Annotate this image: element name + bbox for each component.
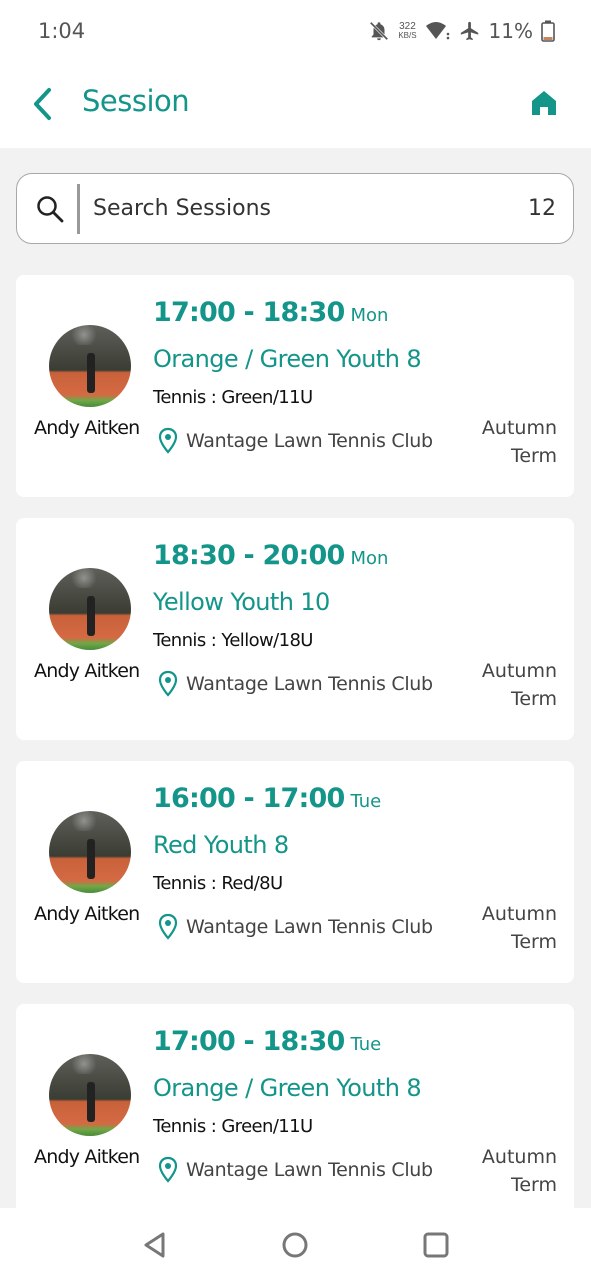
- session-time: 16:00 - 17:00: [153, 783, 345, 814]
- coach-avatar: [49, 325, 131, 407]
- net-speed-value: 322: [399, 21, 416, 32]
- session-day: Tue: [350, 1034, 382, 1055]
- session-day: Mon: [350, 305, 389, 326]
- location-pin-icon: [158, 913, 178, 940]
- term-line-1: Autumn: [481, 660, 557, 682]
- venue-row: Wantage Lawn Tennis Club: [158, 670, 433, 697]
- session-time-row: 17:00 - 18:30 Mon: [153, 297, 388, 328]
- session-name: Orange / Green Youth 8: [153, 1074, 422, 1102]
- session-term: Autumn Term: [467, 414, 557, 470]
- term-line-2: Term: [510, 688, 557, 710]
- home-icon: [532, 91, 556, 115]
- net-speed-unit: KB/S: [398, 31, 417, 40]
- battery-icon: [541, 20, 555, 42]
- session-term: Autumn Term: [467, 657, 557, 713]
- search-icon: [37, 195, 64, 222]
- page-title: Session: [82, 84, 190, 118]
- location-pin-icon: [158, 427, 178, 454]
- battery-percentage: 11%: [488, 19, 533, 43]
- coach-name: Andy Aitken: [34, 903, 140, 925]
- search-bar[interactable]: 12: [16, 173, 574, 244]
- coach-name: Andy Aitken: [34, 660, 140, 682]
- session-name: Red Youth 8: [153, 831, 289, 859]
- bell-off-icon: [370, 21, 389, 41]
- coach-avatar: [49, 1054, 131, 1136]
- session-term: Autumn Term: [467, 1143, 557, 1199]
- session-time-row: 18:30 - 20:00 Mon: [153, 540, 388, 571]
- back-nav-icon[interactable]: [140, 1230, 170, 1260]
- status-time: 1:04: [38, 19, 86, 43]
- session-category: Tennis : Green/11U: [153, 387, 313, 408]
- status-bar: 1:04 322 KB/S 11%: [0, 0, 591, 62]
- venue-row: Wantage Lawn Tennis Club: [158, 427, 433, 454]
- session-day: Tue: [350, 791, 382, 812]
- status-icons: 322 KB/S 11%: [368, 19, 555, 43]
- session-time-row: 16:00 - 17:00 Tue: [153, 783, 381, 814]
- venue-row: Wantage Lawn Tennis Club: [158, 913, 433, 940]
- location-pin-icon: [158, 670, 178, 697]
- session-category: Tennis : Green/11U: [153, 1116, 313, 1137]
- session-day: Mon: [350, 548, 389, 569]
- session-name: Yellow Youth 10: [153, 588, 330, 616]
- venue-row: Wantage Lawn Tennis Club: [158, 1156, 433, 1183]
- session-card[interactable]: Andy Aitken 16:00 - 17:00 Tue Red Youth …: [16, 761, 574, 983]
- app-bar: Session: [0, 62, 591, 148]
- venue-name: Wantage Lawn Tennis Club: [186, 672, 433, 695]
- back-button[interactable]: [26, 82, 58, 126]
- session-card[interactable]: Andy Aitken 17:00 - 18:30 Mon Orange / G…: [16, 275, 574, 497]
- venue-name: Wantage Lawn Tennis Club: [186, 1158, 433, 1181]
- session-term: Autumn Term: [467, 900, 557, 956]
- term-line-2: Term: [510, 1174, 557, 1196]
- recents-nav-icon[interactable]: [421, 1230, 451, 1260]
- coach-name: Andy Aitken: [34, 417, 140, 439]
- location-pin-icon: [158, 1156, 178, 1183]
- venue-name: Wantage Lawn Tennis Club: [186, 915, 433, 938]
- session-category: Tennis : Yellow/18U: [153, 630, 313, 651]
- chevron-left-icon: [34, 88, 51, 120]
- network-speed: 322 KB/S: [398, 21, 417, 41]
- session-name: Orange / Green Youth 8: [153, 345, 422, 373]
- session-time-row: 17:00 - 18:30 Tue: [153, 1026, 381, 1057]
- term-line-1: Autumn: [481, 1146, 557, 1168]
- coach-avatar: [49, 811, 131, 893]
- session-time: 17:00 - 18:30: [153, 1026, 345, 1057]
- session-category: Tennis : Red/8U: [153, 873, 283, 894]
- coach-avatar: [49, 568, 131, 650]
- term-line-1: Autumn: [481, 903, 557, 925]
- term-line-1: Autumn: [481, 417, 557, 439]
- coach-name: Andy Aitken: [34, 1146, 140, 1168]
- venue-name: Wantage Lawn Tennis Club: [186, 429, 433, 452]
- session-time: 18:30 - 20:00: [153, 540, 345, 571]
- home-button[interactable]: [529, 88, 559, 118]
- session-card[interactable]: Andy Aitken 17:00 - 18:30 Tue Orange / G…: [16, 1004, 574, 1226]
- search-input[interactable]: [93, 196, 493, 221]
- session-list: Andy Aitken 17:00 - 18:30 Mon Orange / G…: [16, 275, 574, 1247]
- system-nav-bar: [0, 1208, 591, 1280]
- term-line-2: Term: [510, 445, 557, 467]
- search-divider: [77, 183, 80, 234]
- airplane-icon: [460, 21, 478, 41]
- home-nav-icon[interactable]: [280, 1230, 310, 1260]
- session-card[interactable]: Andy Aitken 18:30 - 20:00 Mon Yellow You…: [16, 518, 574, 740]
- session-count: 12: [528, 196, 556, 221]
- wifi-icon: [425, 22, 449, 40]
- session-time: 17:00 - 18:30: [153, 297, 345, 328]
- term-line-2: Term: [510, 931, 557, 953]
